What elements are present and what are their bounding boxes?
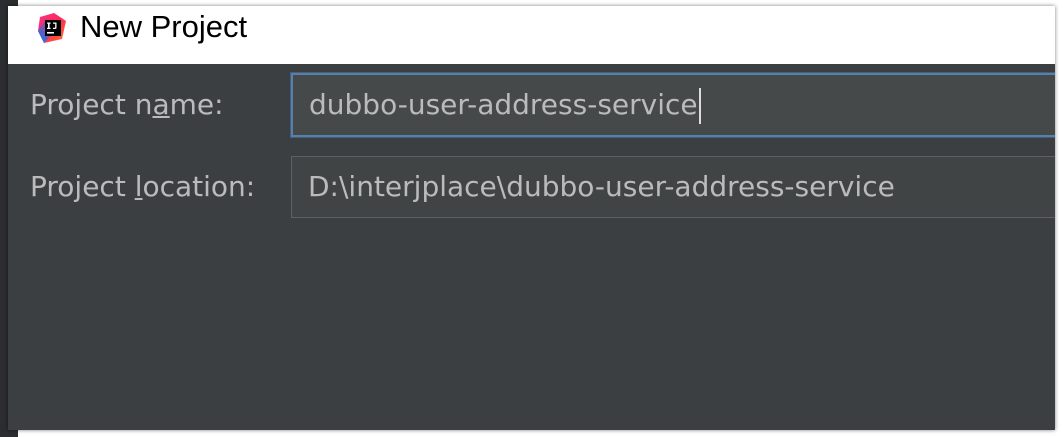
text-caret <box>698 88 701 124</box>
project-name-label-part: me: <box>169 88 224 121</box>
project-location-input[interactable]: D:\interjplace\dubbo-user-address-servic… <box>291 156 1055 218</box>
dialog-title: New Project <box>80 9 248 44</box>
new-project-dialog: New Project Project name: dubbo-user-add… <box>8 6 1055 430</box>
project-location-label-part: Project <box>30 170 135 203</box>
project-location-value: D:\interjplace\dubbo-user-address-servic… <box>308 170 895 203</box>
project-name-label: Project name: <box>30 88 224 121</box>
project-name-value: dubbo-user-address-service <box>309 88 698 121</box>
intellij-idea-icon <box>38 13 66 43</box>
title-bar[interactable]: New Project <box>8 6 1055 64</box>
project-location-label-part: ocation: <box>142 170 256 203</box>
project-name-label-part: Project n <box>30 88 153 121</box>
project-location-label: Project location: <box>30 170 255 203</box>
project-name-mnemonic: a <box>152 88 170 121</box>
project-name-input[interactable]: dubbo-user-address-service <box>291 73 1055 137</box>
